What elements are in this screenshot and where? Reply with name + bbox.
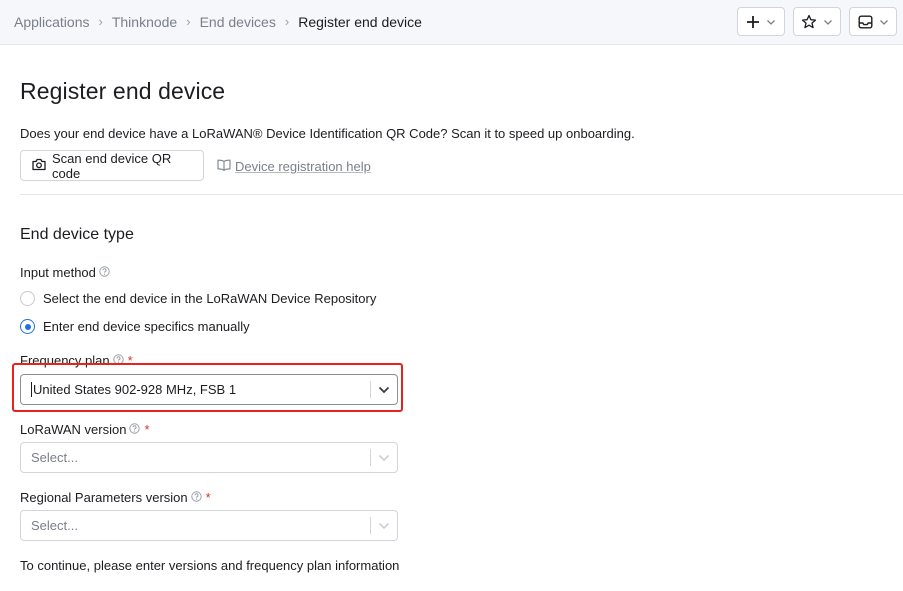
- qr-code-prompt: Does your end device have a LoRaWAN® Dev…: [20, 126, 635, 141]
- chevron-down-icon[interactable]: [371, 522, 397, 530]
- breadcrumb-thinknode[interactable]: Thinknode: [112, 14, 177, 30]
- input-method-label-text: Input method: [20, 265, 96, 280]
- chevron-down-icon: [823, 17, 833, 27]
- star-icon: [801, 14, 817, 30]
- regional-parameters-version-select[interactable]: Select...: [20, 510, 398, 541]
- lorawan-version-label: LoRaWAN version *: [20, 422, 150, 437]
- book-icon: [217, 159, 231, 174]
- chevron-down-icon[interactable]: [371, 454, 397, 462]
- scan-qr-code-label: Scan end device QR code: [52, 150, 172, 181]
- radio-label-manual: Enter end device specifics manually: [43, 319, 250, 334]
- notifications-button[interactable]: [849, 7, 897, 36]
- lorawan-version-select[interactable]: Select...: [20, 442, 398, 473]
- scan-qr-code-button[interactable]: Scan end device QR code: [20, 150, 204, 181]
- device-registration-help-link[interactable]: Device registration help: [217, 159, 371, 174]
- required-indicator: *: [205, 490, 211, 505]
- highlight-box: [12, 363, 403, 412]
- add-menu-button[interactable]: [737, 7, 785, 36]
- camera-icon: [32, 158, 46, 174]
- breadcrumb-separator: ›: [98, 14, 103, 29]
- breadcrumb-applications[interactable]: Applications: [14, 14, 90, 30]
- regional-parameters-version-placeholder: Select...: [31, 518, 78, 533]
- radio-button-device-repository[interactable]: [20, 291, 35, 306]
- lorawan-version-label-text: LoRaWAN version: [20, 422, 127, 437]
- help-circle-icon[interactable]: [129, 422, 141, 437]
- radio-option-device-repository[interactable]: Select the end device in the LoRaWAN Dev…: [20, 291, 376, 306]
- help-circle-icon[interactable]: [190, 490, 202, 505]
- page-title: Register end device: [20, 78, 226, 104]
- top-bar: Applications › Thinknode › End devices ›…: [0, 0, 903, 45]
- breadcrumb-end-devices[interactable]: End devices: [200, 14, 276, 30]
- breadcrumb-current: Register end device: [298, 13, 422, 30]
- continue-hint: To continue, please enter versions and f…: [20, 558, 400, 573]
- breadcrumb-separator: ›: [284, 14, 290, 29]
- help-circle-icon[interactable]: [99, 265, 110, 280]
- regional-parameters-version-label-text: Regional Parameters version: [20, 490, 188, 505]
- divider: [20, 194, 903, 195]
- radio-label-device-repository: Select the end device in the LoRaWAN Dev…: [43, 291, 377, 306]
- header-actions: [737, 7, 897, 36]
- required-indicator: *: [144, 422, 150, 437]
- lorawan-version-placeholder: Select...: [31, 450, 78, 465]
- breadcrumb-separator: ›: [186, 14, 191, 29]
- plus-icon: [746, 15, 760, 29]
- inbox-icon: [858, 15, 873, 29]
- chevron-down-icon: [766, 17, 776, 27]
- breadcrumb: Applications › Thinknode › End devices ›…: [14, 0, 422, 43]
- radio-button-manual[interactable]: [20, 319, 35, 334]
- device-registration-help-label: Device registration help: [235, 159, 371, 174]
- regional-parameters-version-label: Regional Parameters version *: [20, 490, 211, 505]
- section-title-end-device-type: End device type: [20, 226, 134, 243]
- input-method-label: Input method: [20, 265, 110, 280]
- bookmarks-button[interactable]: [793, 7, 841, 36]
- chevron-down-icon: [879, 17, 889, 27]
- radio-option-manual[interactable]: Enter end device specifics manually: [20, 319, 250, 334]
